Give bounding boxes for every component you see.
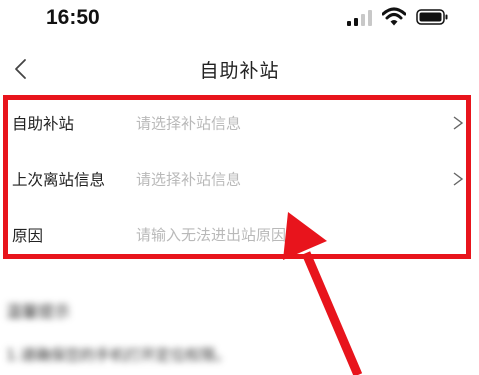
chevron-right-icon[interactable] xyxy=(452,171,464,187)
status-bar: 16:50 xyxy=(0,0,479,40)
form-row-self-service-station[interactable]: 自助补站 请选择补站信息 xyxy=(0,96,479,150)
signal-strength-icon xyxy=(347,10,375,26)
form-row-reason[interactable]: 原因 xyxy=(0,208,479,262)
row-label: 上次离站信息 xyxy=(12,171,106,189)
battery-icon xyxy=(416,9,448,25)
status-time: 16:50 xyxy=(46,6,100,29)
station-select-placeholder[interactable]: 请选择补站信息 xyxy=(136,113,241,134)
last-exit-select-placeholder[interactable]: 请选择补站信息 xyxy=(136,169,241,190)
form-row-last-exit-info[interactable]: 上次离站信息 请选择补站信息 xyxy=(0,152,479,206)
tips-title: 温馨提示 xyxy=(6,302,71,321)
row-label: 自助补站 xyxy=(12,115,75,133)
wifi-icon xyxy=(382,7,406,26)
tips-description: 1.请确保您的手机打开定位权限。 xyxy=(6,346,231,364)
page-title: 自助补站 xyxy=(199,60,280,82)
row-label: 原因 xyxy=(12,227,44,245)
reason-input[interactable] xyxy=(136,221,296,249)
nav-header: 自助补站 xyxy=(0,44,479,94)
chevron-right-icon[interactable] xyxy=(452,115,464,131)
blurred-tips-section: 温馨提示 1.请确保您的手机打开定位权限。 xyxy=(0,270,479,375)
